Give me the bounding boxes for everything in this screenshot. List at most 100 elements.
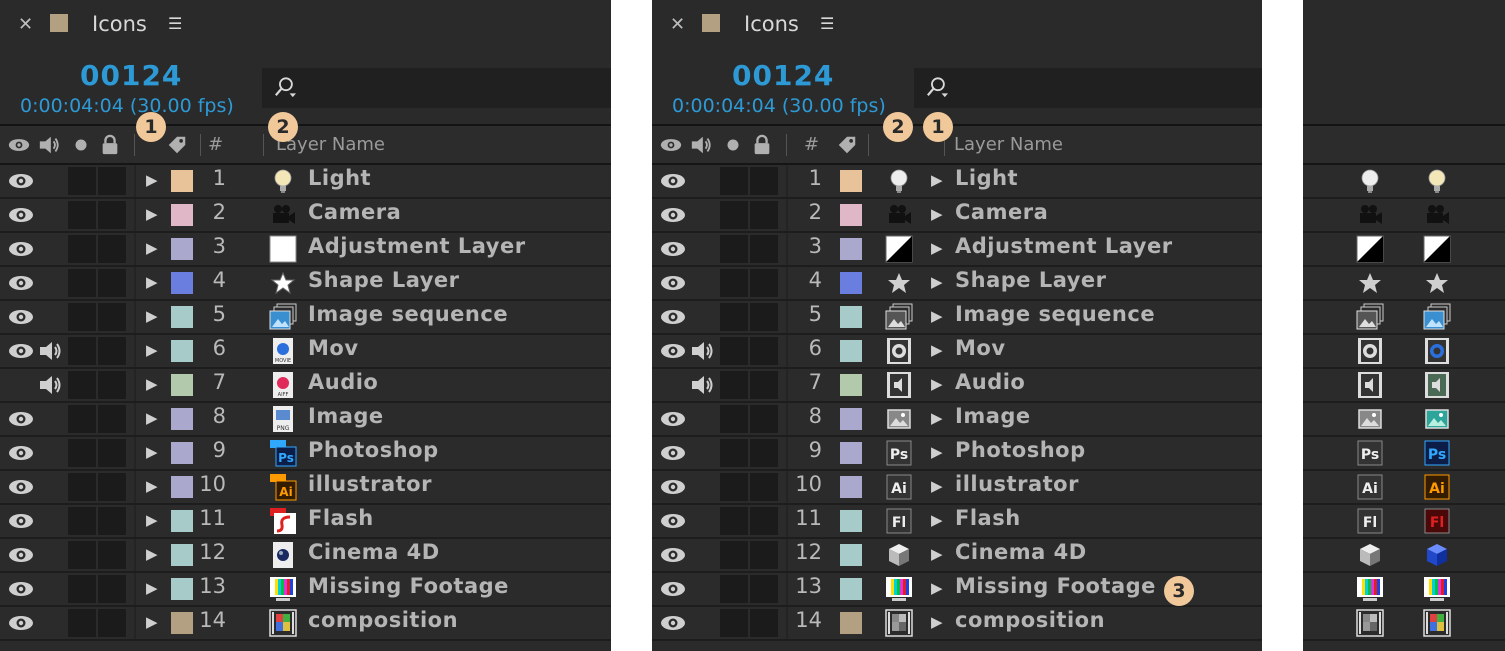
layer-row[interactable]: Fl Fl — [1303, 505, 1505, 539]
layer-row[interactable]: ▶ 13 Missing Footage — [0, 573, 611, 607]
layer-name[interactable]: Audio — [955, 370, 1025, 394]
label-color-swatch[interactable] — [840, 306, 862, 328]
layer-row[interactable] — [1303, 539, 1505, 573]
layer-name[interactable]: Flash — [955, 506, 1021, 530]
expand-triangle-icon[interactable]: ▶ — [146, 511, 158, 529]
solo-header-icon[interactable] — [722, 134, 744, 156]
video-visibility-eye-icon[interactable] — [660, 273, 686, 293]
layer-row[interactable] — [1303, 573, 1505, 607]
solo-toggle[interactable] — [720, 371, 748, 399]
solo-toggle[interactable] — [68, 303, 96, 331]
lock-toggle[interactable] — [98, 201, 126, 229]
layer-row[interactable]: 14 ▶ composition — [652, 607, 1262, 641]
layer-row[interactable] — [1303, 165, 1505, 199]
layer-name[interactable]: illustrator — [308, 472, 432, 496]
expand-triangle-icon[interactable]: ▶ — [931, 409, 943, 427]
label-color-swatch[interactable] — [840, 612, 862, 634]
audio-switch-header-icon[interactable] — [690, 134, 712, 156]
close-icon[interactable]: ✕ — [670, 14, 685, 35]
layer-name[interactable]: Shape Layer — [308, 268, 460, 292]
lock-toggle[interactable] — [750, 269, 778, 297]
label-color-swatch[interactable] — [171, 578, 193, 600]
expand-triangle-icon[interactable]: ▶ — [931, 477, 943, 495]
label-color-swatch[interactable] — [171, 306, 193, 328]
layer-row[interactable] — [1303, 199, 1505, 233]
timecode-frames[interactable]: 00124 — [80, 59, 182, 92]
video-visibility-eye-icon[interactable] — [8, 307, 34, 327]
expand-triangle-icon[interactable]: ▶ — [146, 375, 158, 393]
solo-toggle[interactable] — [68, 439, 96, 467]
audio-speaker-icon[interactable] — [690, 339, 714, 363]
layer-row[interactable]: 6 ▶ Mov — [652, 335, 1262, 369]
lock-toggle[interactable] — [750, 167, 778, 195]
solo-header-icon[interactable] — [70, 134, 92, 156]
expand-triangle-icon[interactable]: ▶ — [931, 239, 943, 257]
layer-name[interactable]: Photoshop — [308, 438, 439, 462]
audio-speaker-icon[interactable] — [690, 373, 714, 397]
expand-triangle-icon[interactable]: ▶ — [146, 239, 158, 257]
video-visibility-eye-icon[interactable] — [8, 171, 34, 191]
video-visibility-eye-icon[interactable] — [660, 613, 686, 633]
lock-toggle[interactable] — [750, 575, 778, 603]
layer-name[interactable]: illustrator — [955, 472, 1079, 496]
video-visibility-eye-icon[interactable] — [8, 545, 34, 565]
panel-menu-icon[interactable]: ☰ — [820, 14, 834, 33]
expand-triangle-icon[interactable]: ▶ — [146, 545, 158, 563]
video-visibility-eye-icon[interactable] — [8, 477, 34, 497]
layer-row[interactable]: ▶ 9 Ps Photoshop — [0, 437, 611, 471]
solo-toggle[interactable] — [68, 473, 96, 501]
layer-number-header[interactable]: # — [804, 134, 819, 155]
solo-toggle[interactable] — [68, 405, 96, 433]
lock-toggle[interactable] — [750, 609, 778, 637]
solo-toggle[interactable] — [68, 201, 96, 229]
label-color-swatch[interactable] — [171, 408, 193, 430]
solo-toggle[interactable] — [68, 541, 96, 569]
layer-row[interactable] — [1303, 267, 1505, 301]
solo-toggle[interactable] — [68, 507, 96, 535]
layer-row[interactable]: 8 ▶ Image — [652, 403, 1262, 437]
close-icon[interactable]: ✕ — [18, 14, 33, 35]
layer-row[interactable]: 5 ▶ Image sequence — [652, 301, 1262, 335]
layer-row[interactable]: 12 ▶ Cinema 4D — [652, 539, 1262, 573]
solo-toggle[interactable] — [720, 235, 748, 263]
expand-triangle-icon[interactable]: ▶ — [931, 443, 943, 461]
expand-triangle-icon[interactable]: ▶ — [146, 171, 158, 189]
layer-row[interactable] — [1303, 301, 1505, 335]
video-visibility-eye-icon[interactable] — [8, 511, 34, 531]
video-visibility-eye-icon[interactable] — [8, 273, 34, 293]
lock-toggle[interactable] — [98, 167, 126, 195]
layer-row[interactable] — [1303, 369, 1505, 403]
layer-row[interactable]: Ai Ai — [1303, 471, 1505, 505]
layer-name[interactable]: Cinema 4D — [955, 540, 1087, 564]
expand-triangle-icon[interactable]: ▶ — [146, 613, 158, 631]
layer-row[interactable]: 7 ▶ Audio — [652, 369, 1262, 403]
lock-toggle[interactable] — [750, 439, 778, 467]
video-visibility-eye-icon[interactable] — [660, 239, 686, 259]
label-color-swatch[interactable] — [171, 442, 193, 464]
lock-toggle[interactable] — [98, 609, 126, 637]
layer-row[interactable]: ▶ 1 Light — [0, 165, 611, 199]
video-visibility-eye-icon[interactable] — [8, 205, 34, 225]
layer-row[interactable]: ▶ 12 Cinema 4D — [0, 539, 611, 573]
label-color-swatch[interactable] — [840, 476, 862, 498]
layer-row[interactable]: 9 Ps ▶ Photoshop — [652, 437, 1262, 471]
label-color-swatch[interactable] — [840, 272, 862, 294]
layer-row[interactable]: Ps Ps — [1303, 437, 1505, 471]
video-visibility-eye-icon[interactable] — [660, 477, 686, 497]
video-visibility-eye-icon[interactable] — [660, 579, 686, 599]
layer-name[interactable]: Mov — [955, 336, 1006, 360]
label-color-swatch[interactable] — [171, 170, 193, 192]
lock-toggle[interactable] — [750, 371, 778, 399]
expand-triangle-icon[interactable]: ▶ — [931, 613, 943, 631]
label-color-swatch[interactable] — [840, 204, 862, 226]
video-visibility-eye-icon[interactable] — [660, 307, 686, 327]
lock-toggle[interactable] — [750, 303, 778, 331]
layer-row[interactable] — [1303, 233, 1505, 267]
lock-toggle[interactable] — [750, 473, 778, 501]
tab-title[interactable]: Icons — [92, 12, 147, 36]
label-color-swatch[interactable] — [171, 510, 193, 532]
label-color-swatch[interactable] — [840, 340, 862, 362]
video-visibility-eye-icon[interactable] — [660, 511, 686, 531]
expand-triangle-icon[interactable]: ▶ — [931, 307, 943, 325]
label-color-swatch[interactable] — [171, 238, 193, 260]
